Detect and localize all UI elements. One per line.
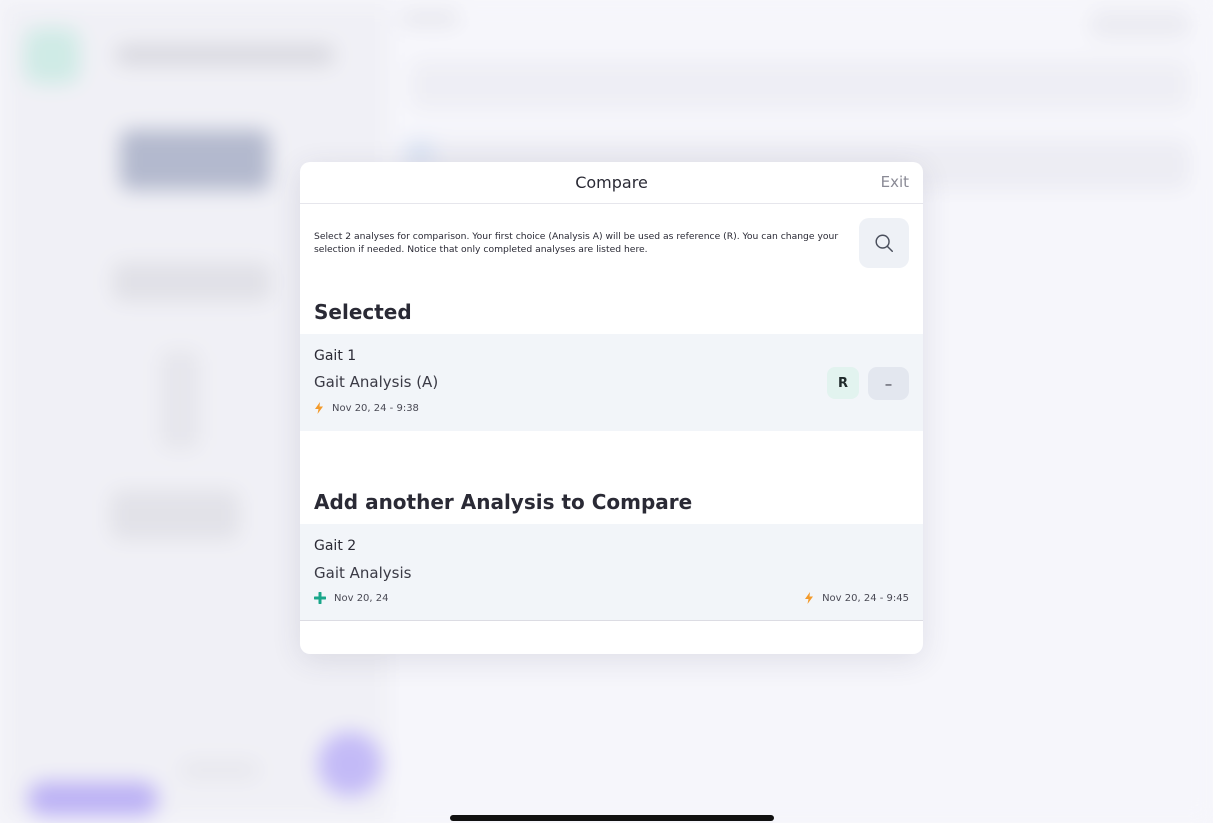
analysis-date: Nov 20, 24 - 9:38 bbox=[314, 402, 419, 414]
analysis-type: Gait Analysis bbox=[314, 564, 412, 582]
plus-icon bbox=[314, 592, 326, 604]
intro-text: Select 2 analyses for comparison. Your f… bbox=[314, 231, 839, 255]
analysis-date: Nov 20, 24 - 9:45 bbox=[804, 592, 909, 604]
available-analysis-row[interactable]: Gait 2 Gait Analysis Nov 20, 24 Nov 20, … bbox=[300, 524, 923, 621]
search-button[interactable] bbox=[859, 218, 909, 268]
compare-modal: Compare Exit Select 2 analyses for compa… bbox=[300, 162, 923, 654]
intro-section: Select 2 analyses for comparison. Your f… bbox=[300, 204, 923, 308]
exit-button[interactable]: Exit bbox=[881, 173, 909, 191]
minus-icon: – bbox=[884, 374, 893, 393]
modal-header: Compare Exit bbox=[300, 162, 923, 204]
lightning-icon bbox=[805, 592, 814, 604]
remove-selection-button[interactable]: – bbox=[868, 367, 909, 400]
analysis-date-text: Nov 20, 24 - 9:38 bbox=[332, 402, 419, 414]
search-icon bbox=[875, 234, 893, 252]
analysis-created-text: Nov 20, 24 bbox=[334, 592, 389, 604]
add-section-title: Add another Analysis to Compare bbox=[314, 490, 693, 514]
selected-analysis-row[interactable]: Gait 1 Gait Analysis (A) Nov 20, 24 - 9:… bbox=[300, 334, 923, 431]
reference-badge: R bbox=[827, 367, 859, 399]
selected-section-title: Selected bbox=[314, 300, 412, 324]
home-indicator bbox=[450, 815, 774, 821]
analysis-name: Gait 2 bbox=[314, 538, 357, 554]
analysis-created-date: Nov 20, 24 bbox=[314, 592, 389, 604]
analysis-name: Gait 1 bbox=[314, 348, 357, 364]
app-screen: Compare Exit Select 2 analyses for compa… bbox=[0, 0, 1213, 823]
analysis-type: Gait Analysis (A) bbox=[314, 373, 439, 391]
analysis-date-text: Nov 20, 24 - 9:45 bbox=[822, 592, 909, 604]
modal-title: Compare bbox=[575, 173, 648, 192]
lightning-icon bbox=[315, 402, 323, 414]
